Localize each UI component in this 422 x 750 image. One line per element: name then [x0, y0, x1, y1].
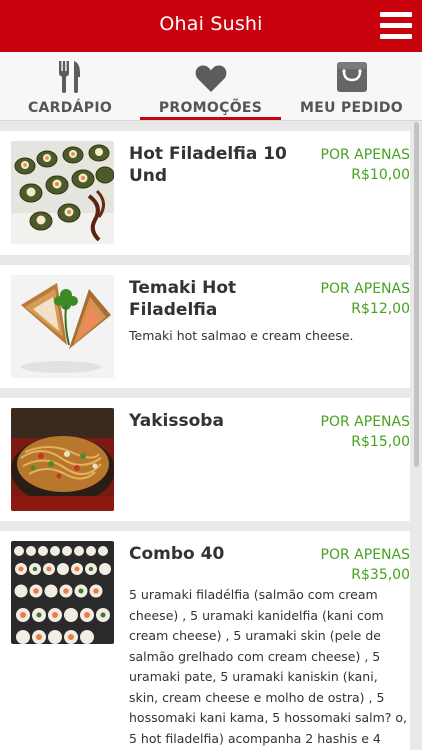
tab-promocoes[interactable]: PROMOÇÕES: [140, 52, 281, 120]
tab-cardapio[interactable]: CARDÁPIO: [0, 52, 140, 120]
list-item[interactable]: Hot Filadelfia 10 Und POR APENAS R$10,00: [0, 131, 410, 255]
scrollbar[interactable]: [414, 122, 419, 467]
product-name: Hot Filadelfia 10 Und: [129, 144, 287, 186]
tab-label: CARDÁPIO: [27, 100, 113, 116]
active-tab-indicator: [140, 117, 281, 120]
price: R$35,00: [351, 567, 410, 583]
product-description: Temaki hot salmao e cream cheese.: [129, 328, 354, 343]
price: R$10,00: [351, 167, 410, 183]
tab-bar: CARDÁPIO PROMOÇÕES MEU PEDIDO: [0, 52, 422, 121]
promo-label: POR APENAS: [320, 147, 410, 163]
price: R$12,00: [351, 301, 410, 317]
promo-price: POR APENAS R$35,00: [321, 545, 410, 585]
promo-label: POR APENAS: [320, 547, 410, 563]
product-image: [11, 275, 114, 378]
promotions-list: Hot Filadelfia 10 Und POR APENAS R$10,00…: [0, 121, 422, 750]
product-description: 5 uramaki filadélfia (salmão com cream c…: [129, 587, 408, 746]
product-name: Temaki Hot Filadelfia: [129, 278, 237, 320]
promo-price: POR APENAS R$12,00: [321, 279, 410, 319]
app-header: Ohai Sushi: [0, 0, 422, 52]
product-name: Combo 40: [129, 544, 225, 564]
promo-price: POR APENAS R$10,00: [321, 145, 410, 185]
product-image: [11, 141, 114, 244]
shopping-bag-icon: [336, 62, 367, 92]
list-item[interactable]: Temaki Hot Filadelfia POR APENAS R$12,00…: [0, 265, 410, 388]
app-title: Ohai Sushi: [159, 13, 263, 35]
list-item[interactable]: Yakissoba POR APENAS R$15,00: [0, 398, 410, 521]
price: R$15,00: [351, 434, 410, 450]
product-name: Yakissoba: [129, 411, 224, 431]
tab-label: MEU PEDIDO: [300, 100, 403, 116]
tab-meu-pedido[interactable]: MEU PEDIDO: [281, 52, 422, 120]
fork-knife-icon: [59, 61, 80, 93]
hamburger-menu-icon[interactable]: [380, 12, 412, 40]
tab-label: PROMOÇÕES: [158, 100, 263, 116]
product-image: [11, 408, 114, 511]
list-item[interactable]: Combo 40 POR APENAS R$35,00 5 uramaki fi…: [0, 531, 410, 750]
promo-label: POR APENAS: [320, 414, 410, 430]
promo-label: POR APENAS: [320, 281, 410, 297]
promo-price: POR APENAS R$15,00: [321, 412, 410, 452]
product-image: [11, 541, 114, 644]
heart-icon: [195, 65, 226, 92]
